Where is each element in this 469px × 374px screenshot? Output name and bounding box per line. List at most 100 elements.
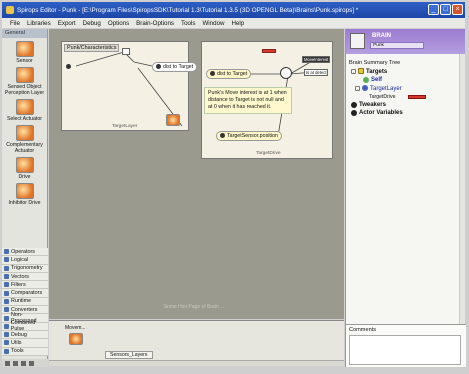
collapse-icon[interactable]: -: [351, 68, 356, 74]
tool-inhibitor-drive[interactable]: Inhibitor Drive: [2, 183, 47, 206]
tree-title: Brain Summary Tree: [349, 60, 401, 66]
category-icon: [4, 290, 9, 296]
tool-select-actuator[interactable]: Select Actuator: [2, 99, 47, 122]
target-drive-group[interactable]: dist to Target MoveInterest Is at detect…: [201, 41, 333, 159]
nav-last-icon[interactable]: [29, 360, 34, 366]
group-caption: TargetLayer: [112, 124, 138, 129]
toolbox-panel: General Sensor Sensed Object Perception …: [2, 29, 48, 367]
category-icon: [4, 249, 9, 255]
category-icon: [4, 348, 9, 354]
menu-window[interactable]: Window: [202, 20, 224, 27]
operator-node-icon[interactable]: [280, 67, 292, 79]
move-interest-tag[interactable]: MoveInterest: [302, 56, 331, 63]
node-dist-to-target-2[interactable]: dist to Target: [206, 69, 252, 79]
tree-item-actor-variables[interactable]: Actor Variables: [351, 109, 465, 117]
horizontal-scrollbar[interactable]: [49, 360, 344, 366]
category-operators[interactable]: Operators: [2, 248, 48, 257]
tree-scrollbar[interactable]: [459, 54, 465, 324]
maximize-button[interactable]: □: [440, 4, 451, 15]
category-icon: [4, 307, 9, 313]
category-icon: [4, 298, 9, 304]
comments-input[interactable]: [349, 335, 461, 365]
is-at-detect-tag[interactable]: Is at detect: [304, 69, 329, 76]
menu-file[interactable]: File: [10, 20, 20, 27]
nav-first-icon[interactable]: [5, 360, 10, 366]
connector-tag[interactable]: [122, 48, 130, 55]
node-target-sensor-position[interactable]: TargetSensor.position: [216, 131, 282, 141]
perception-layer-icon[interactable]: [166, 114, 180, 126]
menu-bar: File Libraries Export Debug Options Brai…: [2, 18, 465, 28]
close-button[interactable]: ×: [452, 4, 463, 15]
tool-drive[interactable]: Drive: [2, 157, 47, 180]
drive-icon: [15, 157, 34, 173]
menu-tools[interactable]: Tools: [181, 20, 195, 27]
menu-debug[interactable]: Debug: [83, 20, 101, 27]
category-icon: [4, 282, 9, 288]
tab-sensors-layers[interactable]: Sensors_Layers: [105, 351, 153, 359]
self-icon: [363, 76, 369, 83]
tool-sensor[interactable]: Sensor: [2, 41, 47, 64]
folder-icon: [358, 68, 364, 75]
tool-label: Sensor: [16, 58, 33, 64]
tool-perception-layer[interactable]: Sensed Object Perception Layer: [2, 67, 47, 96]
node-dist-to-target[interactable]: dist to Target: [152, 62, 198, 72]
tool-label: Inhibitor Drive: [8, 200, 41, 206]
brain-summary-tree: - Targets Self - TargetLayer TargetDrive T…: [346, 66, 465, 118]
minimize-button[interactable]: _: [428, 4, 439, 15]
tool-label: Complementary Actuator: [6, 142, 43, 154]
category-comparators[interactable]: Comparators: [2, 289, 48, 298]
target-layer-group[interactable]: Punk/Characteristics dist to Target Targ…: [61, 41, 198, 131]
group-title: Punk/Characteristics: [64, 44, 120, 52]
category-logical[interactable]: Logical: [2, 256, 48, 265]
category-tools[interactable]: Tools: [2, 347, 48, 356]
category-trigonometry[interactable]: Trigonometry: [2, 264, 48, 273]
menu-help[interactable]: Help: [231, 20, 244, 27]
tool-label: Drive: [18, 174, 31, 180]
port-icon: [210, 71, 215, 77]
tree-item-self[interactable]: Self: [351, 76, 465, 84]
brain-summary-panel: BRAIN Punk Brain Summary Tree - Targets S…: [345, 29, 466, 367]
category-icon: [4, 323, 9, 329]
brain-avatar: [350, 33, 365, 49]
menu-options[interactable]: Options: [108, 20, 129, 27]
category-filters[interactable]: Filters: [2, 281, 48, 290]
category-icon: [4, 340, 9, 346]
tree-item-target-layer[interactable]: - TargetLayer: [351, 85, 465, 93]
tool-complementary-actuator[interactable]: Complementary Actuator: [2, 125, 47, 154]
category-icon: [4, 315, 9, 321]
port-icon: [220, 133, 225, 139]
category-vectors[interactable]: Vectors: [2, 272, 48, 282]
red-indicator-tag: [262, 49, 276, 53]
tree-item-targets[interactable]: - Targets: [351, 68, 465, 76]
sensor-icon: [15, 41, 34, 57]
tweakers-icon: [351, 101, 357, 108]
app-icon: [6, 6, 14, 14]
toolbox-header[interactable]: General: [2, 29, 47, 38]
menu-libraries[interactable]: Libraries: [27, 20, 51, 27]
nav-prev-icon[interactable]: [13, 360, 18, 366]
variables-icon: [351, 109, 357, 116]
menu-brain-options[interactable]: Brain-Options: [136, 20, 174, 27]
tool-label: Select Actuator: [7, 116, 42, 122]
port-icon: [156, 64, 161, 70]
drive-value-bar: [407, 94, 426, 99]
category-combined-pulse[interactable]: Combined Pulse: [2, 320, 48, 332]
brain-canvas[interactable]: Punk/Characteristics dist to Target Targ…: [49, 29, 344, 319]
comment-note[interactable]: Punk's Move interest is at 1 when distan…: [204, 87, 292, 114]
input-port-icon[interactable]: [66, 64, 71, 69]
menu-export[interactable]: Export: [58, 20, 76, 27]
brain-name-field[interactable]: Punk: [370, 42, 424, 49]
category-utils[interactable]: Utils: [2, 339, 48, 348]
category-runtime[interactable]: Runtime: [2, 297, 48, 307]
brain-item[interactable]: Movem...: [65, 325, 91, 345]
window-controls: _ □ ×: [428, 4, 463, 15]
brain-item-label: Movem...: [65, 325, 86, 331]
nav-next-icon[interactable]: [21, 360, 26, 366]
collapse-icon[interactable]: -: [355, 85, 360, 91]
tree-item-target-drive[interactable]: TargetDrive: [351, 93, 465, 101]
tree-item-tweakers[interactable]: Tweakers: [351, 101, 465, 109]
select-actuator-icon: [15, 99, 34, 115]
category-icon: [4, 332, 9, 338]
category-icon: [4, 274, 9, 280]
brain-item-icon: [69, 333, 83, 345]
